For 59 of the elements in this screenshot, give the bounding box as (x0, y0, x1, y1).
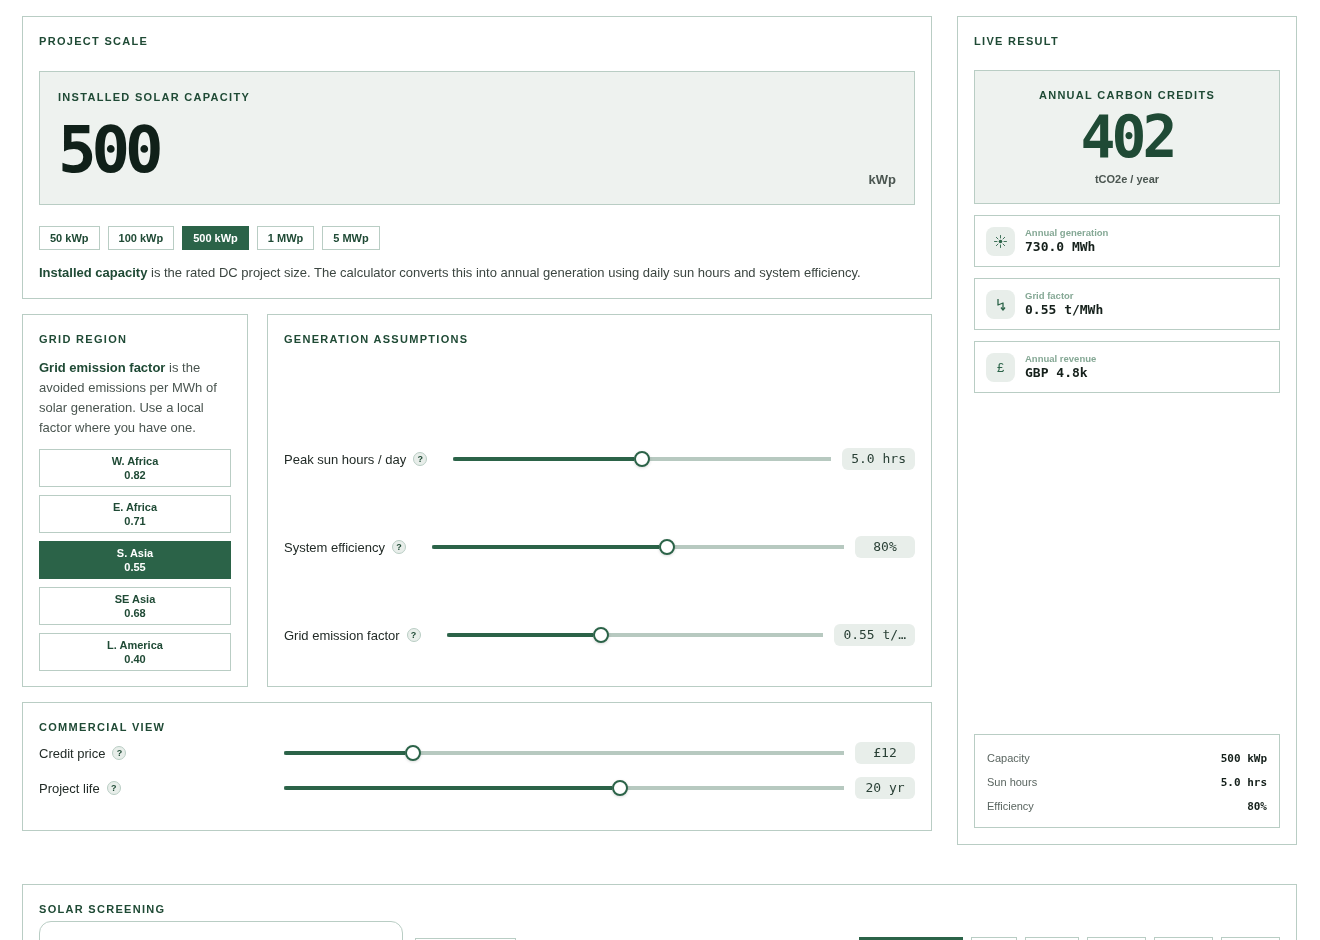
help-icon[interactable]: ? (406, 628, 421, 642)
summary-label: Efficiency (987, 800, 1034, 812)
preset-button[interactable]: 500 kWp (182, 226, 249, 250)
slider-handle[interactable] (634, 451, 651, 467)
slider-handle[interactable] (658, 539, 675, 555)
summary-value: 80% (1247, 799, 1267, 813)
summary-value: 5.0 hrs (1220, 775, 1267, 789)
region-button[interactable]: L. America 0.40 (39, 633, 231, 671)
value-readout: 0.55 t/… (834, 624, 915, 646)
summary-label: Capacity (987, 752, 1030, 764)
value-readout: 5.0 hrs (842, 448, 915, 470)
help-icon[interactable]: ? (106, 781, 121, 795)
help-icon[interactable]: ? (391, 540, 406, 554)
section-heading: PROJECT SCALE (39, 34, 150, 48)
credits-value: 402 (1080, 104, 1174, 170)
slider-handle[interactable] (404, 745, 421, 761)
section-heading: GRID REGION (39, 332, 129, 346)
metric-label: Annual generation (1025, 227, 1109, 239)
preset-button[interactable]: 50 kWp (39, 226, 100, 250)
slider-label: Grid emission factor (284, 627, 400, 643)
metric-label: Grid factor (1025, 290, 1075, 302)
metric-value: 0.55 t/MWh (1025, 302, 1104, 318)
zigzag-arrow-icon (986, 289, 1015, 319)
slider-label: Credit price (39, 745, 106, 761)
preset-button[interactable]: 1 MWp (256, 226, 315, 250)
summary-label: Sun hours (987, 776, 1038, 788)
capacity-value: 500 (58, 112, 159, 188)
slider-label: System efficiency (284, 539, 385, 555)
region-button[interactable]: S. Asia 0.55 (39, 541, 231, 579)
section-heading: COMMERCIAL VIEW (39, 720, 167, 734)
slider-handle[interactable] (593, 627, 610, 643)
help-icon[interactable]: ? (112, 746, 127, 760)
preset-button[interactable]: 5 MWp (322, 226, 380, 250)
region-button[interactable]: SE Asia 0.68 (39, 587, 231, 625)
value-readout: £12 (855, 742, 915, 764)
slider-label: Project life (39, 780, 100, 796)
capacity-unit: kWp (868, 172, 896, 188)
slider-label: Peak sun hours / day (284, 451, 407, 467)
help-icon[interactable]: ? (413, 452, 428, 466)
section-heading: GENERATION ASSUMPTIONS (284, 332, 470, 346)
pound-icon: £ (986, 352, 1015, 382)
value-readout: 80% (855, 536, 915, 558)
capacity-label: INSTALLED SOLAR CAPACITY (58, 90, 252, 104)
description-text: Grid emission factor is the avoided emissions per MWh of solar generation. Use a local factor where you have one. (39, 359, 218, 437)
preset-button[interactable]: 100 kWp (107, 226, 175, 250)
section-heading: LIVE RESULT (974, 34, 1060, 48)
region-button[interactable]: W. Africa 0.82 (39, 449, 231, 487)
description-text: Installed capacity is the rated DC project size. The calculator converts this into annual generation using daily sun hours and system efficiency. (39, 264, 862, 282)
credits-unit: tCO2e / year (1094, 172, 1160, 186)
metric-value: GBP 4.8k (1025, 365, 1089, 381)
value-readout: 20 yr (855, 777, 915, 799)
section-heading: SOLAR SCREENING (39, 902, 167, 916)
metric-value: 730.0 MWh (1025, 239, 1097, 255)
region-button[interactable]: E. Africa 0.71 (39, 495, 231, 533)
credits-label: ANNUAL CARBON CREDITS (1038, 88, 1216, 102)
sun-icon (986, 226, 1015, 256)
slider-handle[interactable] (612, 780, 628, 796)
summary-value: 500 kWp (1220, 751, 1267, 765)
metric-label: Annual revenue (1025, 353, 1097, 365)
